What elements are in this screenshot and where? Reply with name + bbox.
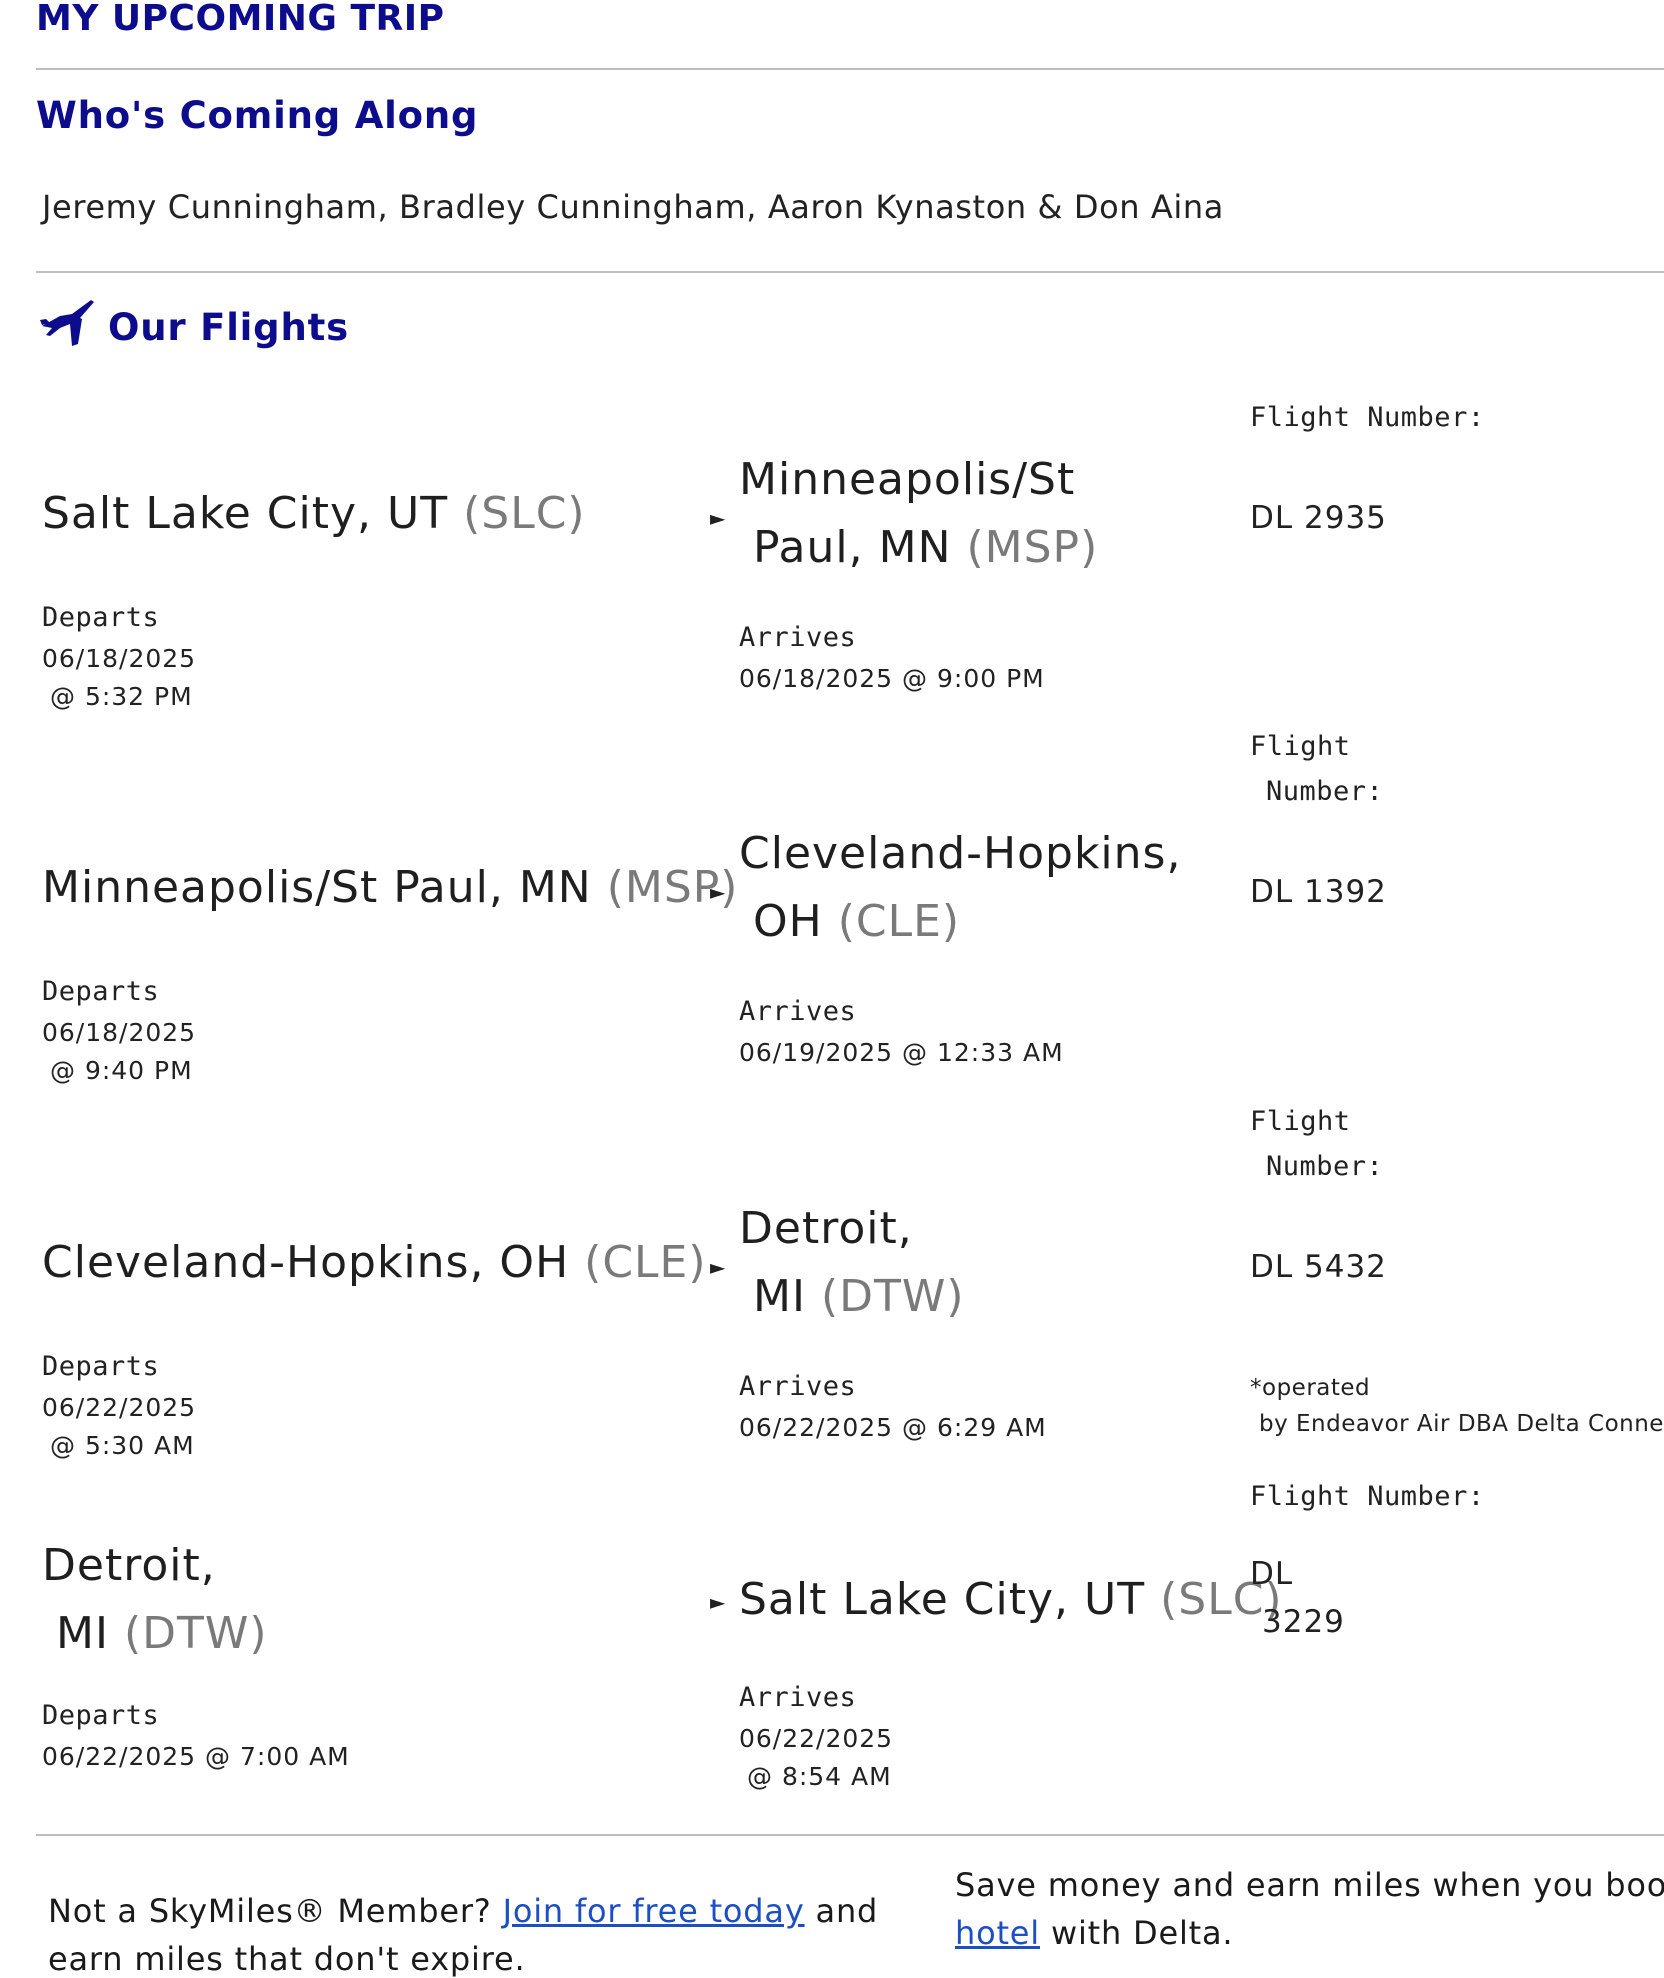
departure-city: Detroit, xyxy=(42,1540,216,1591)
companions-heading: Who's Coming Along xyxy=(36,94,479,137)
arrival-city-line2: Paul, MN (MSP) xyxy=(753,522,1099,573)
arrives-label: Arrives xyxy=(739,622,857,653)
join-skymiles-link[interactable]: Join for free today xyxy=(503,1892,805,1930)
arrival-city: Cleveland-Hopkins, xyxy=(739,828,1182,879)
divider xyxy=(36,68,1664,70)
arrival-time: @ 8:54 AM xyxy=(747,1762,892,1791)
arrival-datetime: 06/18/2025 @ 9:00 PM xyxy=(739,664,1045,693)
departs-label: Departs xyxy=(42,602,160,633)
departure-time: @ 5:30 AM xyxy=(50,1431,195,1460)
arrival-airport-code: (CLE) xyxy=(837,896,961,947)
flight-number: DL 1392 xyxy=(1250,874,1387,910)
route-arrow-icon: ► xyxy=(710,1255,726,1279)
flights-heading: Our Flights xyxy=(108,306,349,349)
departure-city: Minneapolis/St Paul, MN (MSP) xyxy=(42,862,739,913)
arrives-label: Arrives xyxy=(739,996,857,1027)
arrival-airport-code: (MSP) xyxy=(966,522,1099,573)
departs-label: Departs xyxy=(42,1700,160,1731)
departure-time: @ 9:40 PM xyxy=(50,1056,193,1085)
flight-number-label: Flight Number: xyxy=(1250,402,1485,433)
departure-city: Salt Lake City, UT (SLC) xyxy=(42,488,586,539)
departure-date: 06/18/2025 xyxy=(42,644,197,673)
flight-number-label: Flight Number: xyxy=(1250,1481,1485,1512)
departure-time: @ 5:32 PM xyxy=(50,682,193,711)
companions-list: Jeremy Cunningham, Bradley Cunningham, A… xyxy=(42,188,1225,226)
hotel-promo-line2: hotel with Delta. xyxy=(955,1914,1234,1952)
skymiles-promo: Not a SkyMiles® Member? Join for free to… xyxy=(48,1892,879,1930)
skymiles-promo-line2: earn miles that don't expire. xyxy=(48,1940,526,1978)
airplane-icon xyxy=(40,300,94,346)
departure-date: 06/18/2025 xyxy=(42,1018,197,1047)
divider xyxy=(36,1834,1664,1836)
departure-airport-code: (SLC) xyxy=(463,488,586,539)
hotel-promo: Save money and earn miles when you book … xyxy=(955,1866,1664,1904)
flight-number: DL 2935 xyxy=(1250,500,1387,536)
flight-number-line2: 3229 xyxy=(1262,1604,1345,1640)
departure-airport-code: (DTW) xyxy=(123,1608,268,1659)
route-arrow-icon: ► xyxy=(710,506,726,530)
departure-city-line2: MI (DTW) xyxy=(56,1608,268,1659)
arrival-city-line2: MI (DTW) xyxy=(753,1271,965,1322)
arrives-label: Arrives xyxy=(739,1682,857,1713)
number-label-word: Number: xyxy=(1266,1151,1384,1182)
departs-label: Departs xyxy=(42,1351,160,1382)
arrival-airport-code: (DTW) xyxy=(820,1271,965,1322)
operator-note: *operated xyxy=(1250,1375,1371,1401)
departure-datetime: 06/22/2025 @ 7:00 AM xyxy=(42,1742,350,1771)
arrival-city-line2: OH (CLE) xyxy=(753,896,961,947)
departure-date: 06/22/2025 xyxy=(42,1393,197,1422)
flight-number: DL xyxy=(1250,1556,1294,1592)
flight-number: DL 5432 xyxy=(1250,1249,1387,1285)
arrival-city: Salt Lake City, UT (SLC) xyxy=(739,1574,1283,1625)
hotel-link[interactable]: hotel xyxy=(955,1914,1040,1952)
arrival-city: Minneapolis/St xyxy=(739,454,1076,505)
divider xyxy=(36,271,1664,273)
flight-label-word: Flight xyxy=(1250,731,1351,762)
arrives-label: Arrives xyxy=(739,1371,857,1402)
page-title: MY UPCOMING TRIP xyxy=(36,0,445,39)
number-label-word: Number: xyxy=(1266,776,1384,807)
route-arrow-icon: ► xyxy=(710,1590,726,1614)
arrival-city: Detroit, xyxy=(739,1203,913,1254)
flight-label-word: Flight xyxy=(1250,1106,1351,1137)
arrival-datetime: 06/22/2025 @ 6:29 AM xyxy=(739,1413,1047,1442)
departs-label: Departs xyxy=(42,976,160,1007)
departure-airport-code: (CLE) xyxy=(584,1237,707,1288)
route-arrow-icon: ► xyxy=(710,880,726,904)
arrival-date: 06/22/2025 xyxy=(739,1724,894,1753)
operator-name: by Endeavor Air DBA Delta Connection xyxy=(1259,1411,1664,1437)
departure-city: Cleveland-Hopkins, OH (CLE) xyxy=(42,1237,707,1288)
arrival-datetime: 06/19/2025 @ 12:33 AM xyxy=(739,1038,1064,1067)
